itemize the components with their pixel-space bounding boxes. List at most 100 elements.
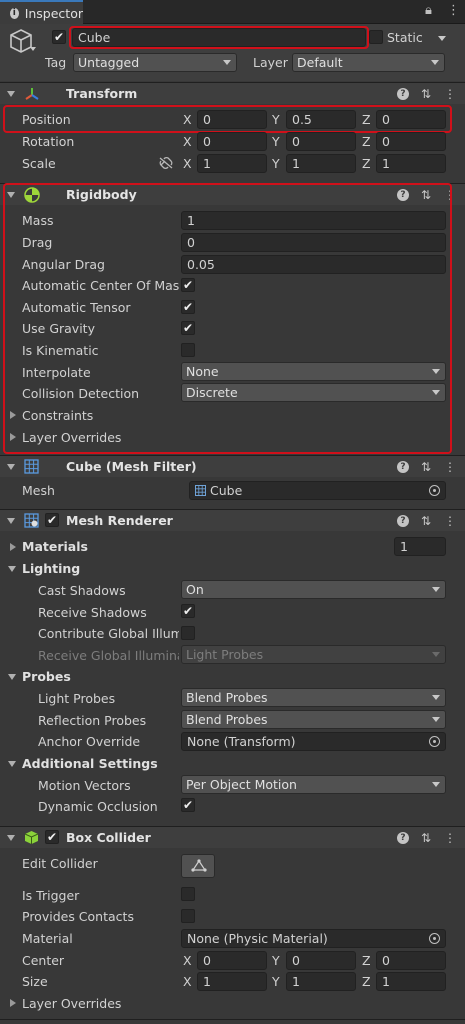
mesh-renderer-foldout[interactable] (7, 518, 15, 524)
dynamic-occlusion-checkbox[interactable]: ✔ (181, 798, 195, 812)
additional-settings-foldout[interactable] (8, 761, 16, 767)
object-picker-icon[interactable] (429, 933, 440, 944)
object-picker-icon[interactable] (429, 736, 440, 747)
mesh-renderer-icon (24, 513, 39, 528)
box-collider-header[interactable]: ✔ Box Collider ? ⇅ ⋮ (0, 826, 465, 848)
constraints-foldout[interactable] (10, 411, 16, 419)
transform-icon (25, 88, 39, 100)
help-icon[interactable]: ? (397, 832, 409, 844)
size-y-input[interactable]: 1 (286, 972, 356, 991)
mesh-renderer-header[interactable]: ✔ Mesh Renderer ? ⇅ ⋮ (0, 509, 465, 531)
help-icon[interactable]: ? (397, 461, 409, 473)
anchor-override-label: Anchor Override (38, 734, 141, 749)
help-icon[interactable]: ? (397, 515, 409, 527)
layer-dropdown[interactable]: Default (292, 53, 445, 72)
mesh-filter-header[interactable]: Cube (Mesh Filter) ? ⇅ ⋮ (0, 455, 465, 477)
materials-foldout[interactable] (10, 543, 16, 551)
additional-settings-label[interactable]: Additional Settings (22, 756, 158, 772)
static-label: Static (387, 30, 423, 45)
drag-input[interactable]: 0 (181, 233, 446, 252)
size-z-input[interactable]: 1 (376, 972, 446, 991)
light-probes-dropdown[interactable]: Blend Probes (181, 688, 446, 707)
rotation-y-input[interactable]: 0 (286, 132, 356, 151)
rb-layer-overrides-foldout[interactable] (10, 433, 16, 441)
object-picker-icon[interactable] (429, 485, 440, 496)
use-gravity-label: Use Gravity (22, 321, 95, 336)
tag-dropdown[interactable]: Untagged (73, 53, 237, 72)
bc-layer-overrides-label[interactable]: Layer Overrides (22, 996, 121, 1012)
more-icon[interactable]: ⋮ (447, 4, 460, 18)
receive-shadows-checkbox[interactable]: ✔ (181, 604, 195, 618)
auto-tensor-checkbox[interactable]: ✔ (181, 300, 195, 314)
transform-foldout[interactable] (7, 91, 15, 97)
scale-y-input[interactable]: 1 (286, 154, 356, 173)
use-gravity-checkbox[interactable]: ✔ (181, 321, 195, 335)
dynamic-occlusion-label: Dynamic Occlusion (38, 799, 158, 814)
constraints-label[interactable]: Constraints (22, 408, 93, 424)
icon-dropdown-caret[interactable] (30, 47, 36, 51)
materials-label[interactable]: Materials (22, 539, 88, 555)
motion-vectors-label: Motion Vectors (38, 778, 131, 793)
rotation-z-input[interactable]: 0 (376, 132, 446, 151)
tab-inspector[interactable]: i Inspector (0, 0, 83, 24)
preset-icon[interactable]: ⇅ (419, 513, 433, 529)
receive-gi-dropdown: Light Probes (181, 645, 446, 664)
angular-drag-input[interactable]: 0.05 (181, 255, 446, 274)
reflection-probes-dropdown[interactable]: Blend Probes (181, 710, 446, 729)
rotation-x-input[interactable]: 0 (197, 132, 267, 151)
mesh-renderer-header-icons: ? ⇅ ⋮ (397, 513, 457, 529)
box-collider-title: Box Collider (66, 830, 151, 845)
is-kinematic-checkbox[interactable] (181, 343, 195, 357)
edit-collider-button[interactable] (181, 854, 215, 878)
center-y-input[interactable]: 0 (286, 951, 356, 970)
center-x-input[interactable]: 0 (197, 951, 267, 970)
collision-detection-label: Collision Detection (22, 386, 140, 401)
provides-contacts-checkbox[interactable] (181, 909, 195, 923)
materials-count-input[interactable]: 1 (394, 537, 446, 556)
box-collider-foldout[interactable] (7, 835, 15, 841)
light-probes-value: Blend Probes (186, 690, 268, 705)
center-z-input[interactable]: 0 (376, 951, 446, 970)
probes-label[interactable]: Probes (22, 669, 71, 685)
mesh-renderer-enabled-checkbox[interactable]: ✔ (45, 513, 59, 527)
contribute-gi-checkbox[interactable] (181, 626, 195, 640)
preset-icon[interactable]: ⇅ (419, 86, 433, 102)
component-menu-icon[interactable]: ⋮ (443, 86, 457, 102)
material-field[interactable]: None (Physic Material) (181, 929, 446, 948)
auto-com-checkbox[interactable]: ✔ (181, 278, 195, 292)
static-checkbox[interactable] (369, 30, 383, 44)
scale-z-input[interactable]: 1 (376, 154, 446, 173)
probes-foldout[interactable] (8, 674, 16, 680)
motion-vectors-dropdown[interactable]: Per Object Motion (181, 775, 446, 794)
size-x-input[interactable]: 1 (197, 972, 267, 991)
link-scale-icon[interactable] (158, 156, 174, 170)
interpolate-dropdown[interactable]: None (181, 362, 446, 381)
edit-collider-label: Edit Collider (22, 856, 98, 871)
preset-icon[interactable]: ⇅ (419, 830, 433, 846)
scale-x-input[interactable]: 1 (197, 154, 267, 173)
preset-icon[interactable]: ⇅ (419, 459, 433, 475)
active-checkbox[interactable]: ✔ (52, 30, 66, 44)
mesh-filter-foldout[interactable] (7, 464, 15, 470)
transform-header[interactable]: Transform ? ⇅ ⋮ (0, 82, 465, 104)
component-menu-icon[interactable]: ⋮ (443, 513, 457, 529)
layer-label: Layer (253, 55, 288, 70)
lighting-label[interactable]: Lighting (22, 561, 80, 577)
lock-icon[interactable]: 🔒︎ (425, 4, 432, 18)
bc-layer-overrides-foldout[interactable] (10, 999, 16, 1007)
cast-shadows-dropdown[interactable]: On (181, 580, 446, 599)
static-dropdown-caret[interactable] (438, 36, 446, 41)
component-menu-icon[interactable]: ⋮ (443, 459, 457, 475)
box-collider-enabled-checkbox[interactable]: ✔ (45, 830, 59, 844)
lighting-foldout[interactable] (8, 566, 16, 572)
box-collider-header-icons: ? ⇅ ⋮ (397, 830, 457, 846)
collision-detection-dropdown[interactable]: Discrete (181, 383, 446, 402)
mesh-object-field[interactable]: Cube (189, 481, 446, 500)
is-trigger-checkbox[interactable] (181, 887, 195, 901)
transform-header-icons: ? ⇅ ⋮ (397, 86, 457, 102)
anchor-override-field[interactable]: None (Transform) (181, 732, 446, 751)
help-icon[interactable]: ? (397, 88, 409, 100)
rb-layer-overrides-label[interactable]: Layer Overrides (22, 430, 121, 446)
component-menu-icon[interactable]: ⋮ (443, 830, 457, 846)
mass-input[interactable]: 1 (181, 211, 446, 230)
